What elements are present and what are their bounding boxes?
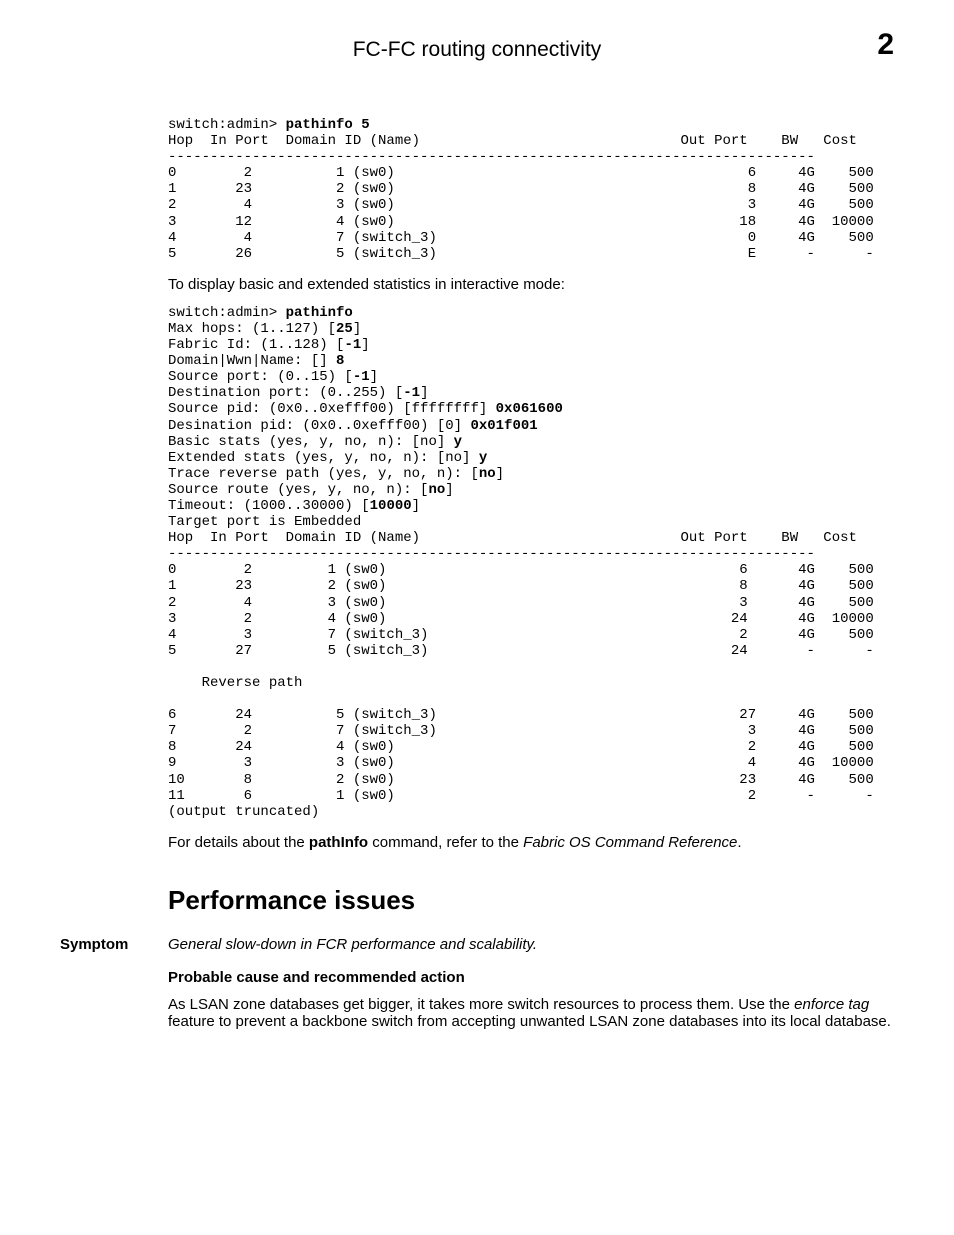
chapter-number: 2 bbox=[877, 28, 894, 62]
table-header: Hop In Port Domain ID (Name) Out Port BW… bbox=[168, 133, 857, 149]
symptom-text: General slow-down in FCR performance and… bbox=[168, 936, 537, 953]
table-row: 7 2 7 (switch_3) 3 4G 500 bbox=[168, 723, 874, 739]
table-row: 5 27 5 (switch_3) 24 - - bbox=[168, 643, 874, 659]
table-row: 4 3 7 (switch_3) 2 4G 500 bbox=[168, 627, 874, 643]
table-row: 1 23 2 (sw0) 8 4G 500 bbox=[168, 578, 874, 594]
table-row: 11 6 1 (sw0) 2 - - bbox=[168, 788, 874, 804]
closing-text: For details about the pathInfo command, … bbox=[60, 834, 894, 851]
table-row: 3 2 4 (sw0) 24 4G 10000 bbox=[168, 611, 874, 627]
symptom-label: Symptom bbox=[60, 936, 168, 953]
command-name: pathInfo bbox=[309, 834, 368, 851]
table-row: 3 12 4 (sw0) 18 4G 10000 bbox=[168, 214, 874, 230]
table-row: 1 23 2 (sw0) 8 4G 500 bbox=[168, 181, 874, 197]
command: pathinfo bbox=[286, 305, 353, 321]
feature-name: enforce tag bbox=[794, 996, 869, 1013]
terminal-block-2: switch:admin> pathinfo Max hops: (1..127… bbox=[60, 305, 894, 820]
reference-title: Fabric OS Command Reference bbox=[523, 834, 737, 851]
table-row: 4 4 7 (switch_3) 0 4G 500 bbox=[168, 230, 874, 246]
table-row: 0 2 1 (sw0) 6 4G 500 bbox=[168, 562, 874, 578]
rule: ----------------------------------------… bbox=[168, 149, 815, 165]
table-row: 9 3 3 (sw0) 4 4G 10000 bbox=[168, 755, 874, 771]
page-content: FC-FC routing connectivity 2 switch:admi… bbox=[0, 0, 954, 1102]
table-row: 2 4 3 (sw0) 3 4G 500 bbox=[168, 595, 874, 611]
cause-body: As LSAN zone databases get bigger, it ta… bbox=[60, 996, 894, 1030]
prompt: switch:admin> bbox=[168, 305, 277, 321]
table-row: 2 4 3 (sw0) 3 4G 500 bbox=[168, 197, 874, 213]
cause-heading: Probable cause and recommended action bbox=[60, 969, 894, 986]
terminal-block-1: switch:admin> pathinfo 5 Hop In Port Dom… bbox=[60, 117, 894, 262]
reverse-path-label: Reverse path bbox=[168, 675, 302, 691]
table-row: 0 2 1 (sw0) 6 4G 500 bbox=[168, 165, 874, 181]
output-truncated: (output truncated) bbox=[168, 804, 319, 820]
table-row: 8 24 4 (sw0) 2 4G 500 bbox=[168, 739, 874, 755]
prompt: switch:admin> bbox=[168, 117, 277, 133]
intro-text-2: To display basic and extended statistics… bbox=[60, 276, 894, 293]
table-header: Hop In Port Domain ID (Name) Out Port BW… bbox=[168, 530, 857, 546]
command: pathinfo 5 bbox=[286, 117, 370, 133]
section-heading: Performance issues bbox=[60, 885, 894, 916]
page-header: FC-FC routing connectivity 2 bbox=[60, 38, 894, 62]
table-row: 10 8 2 (sw0) 23 4G 500 bbox=[168, 772, 874, 788]
rule: ----------------------------------------… bbox=[168, 546, 815, 562]
table-row: 5 26 5 (switch_3) E - - bbox=[168, 246, 874, 262]
symptom-row: Symptom General slow-down in FCR perform… bbox=[60, 936, 894, 953]
page-title: FC-FC routing connectivity bbox=[353, 38, 602, 62]
table-row: 6 24 5 (switch_3) 27 4G 500 bbox=[168, 707, 874, 723]
